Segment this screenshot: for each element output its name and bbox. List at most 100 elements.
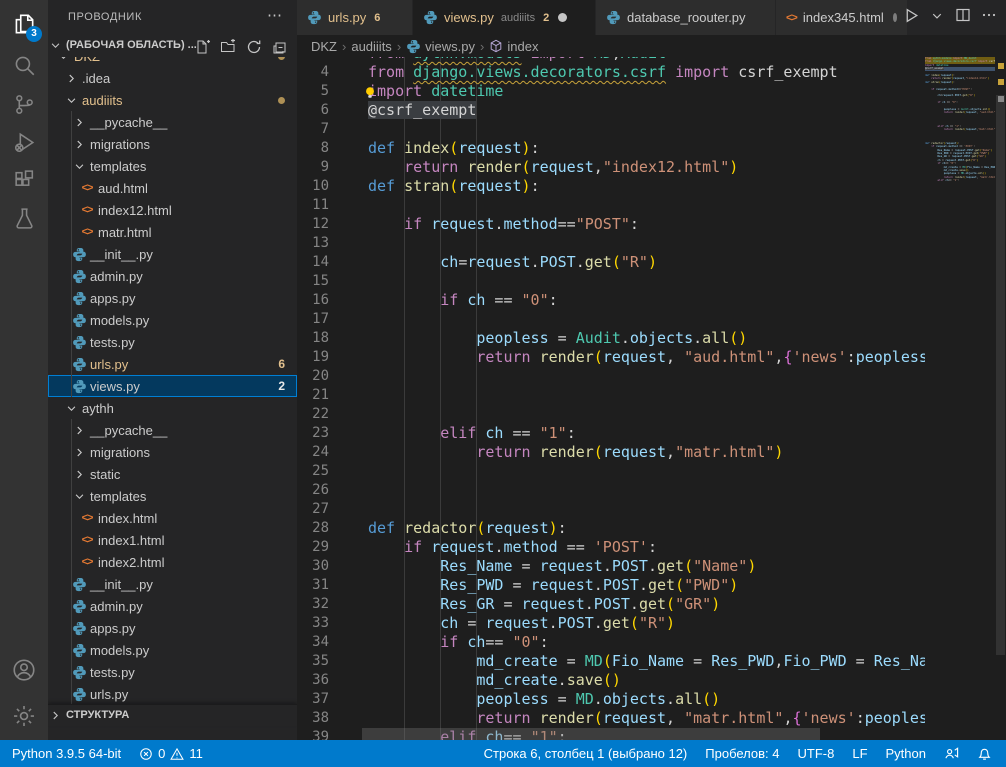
tree-item-tests-py[interactable]: tests.py [48, 331, 297, 353]
activity-accounts[interactable] [0, 650, 48, 690]
code-line-23[interactable]: 23 elif ch == "1": [297, 424, 925, 443]
breadcrumb-item-views-py[interactable]: views.py [406, 39, 475, 54]
tree-item-index2-html[interactable]: <>index2.html [48, 551, 297, 573]
code-line-12[interactable]: 12 if request.method=="POST": [297, 215, 925, 234]
tree-item-apps-py[interactable]: apps.py [48, 617, 297, 639]
tab-urls-py[interactable]: urls.py6 [297, 0, 413, 35]
vertical-scrollbar[interactable] [995, 57, 1006, 740]
tree-item-aud-html[interactable]: <>aud.html [48, 177, 297, 199]
code-line-15[interactable]: 15 [297, 272, 925, 291]
code-line-16[interactable]: 16 if ch == "0": [297, 291, 925, 310]
unsaved-dot-icon[interactable] [893, 13, 897, 22]
workspace-section-header[interactable]: (РАБОЧАЯ ОБЛАСТЬ) ... [48, 35, 297, 57]
code-line-30[interactable]: 30 Res_Name = request.POST.get("Name") [297, 557, 925, 576]
breadcrumb-item-audiiits[interactable]: audiiits [351, 39, 391, 54]
activity-extensions[interactable] [0, 160, 48, 200]
problems-status[interactable]: 0 11 [139, 746, 203, 761]
tree-item--init-py[interactable]: __init__.py [48, 573, 297, 595]
tree-item-index12-html[interactable]: <>index12.html [48, 199, 297, 221]
feedback-icon[interactable] [944, 746, 959, 761]
code-line-31[interactable]: 31 Res_PWD = request.POST.get("PWD") [297, 576, 925, 595]
outline-section-header[interactable]: СТРУКТУРА [48, 704, 297, 726]
python-interpreter-status[interactable]: Python 3.9.5 64-bit [12, 746, 121, 761]
code-line-34[interactable]: 34 if ch== "0": [297, 633, 925, 652]
code-line-10[interactable]: 10def stran(request): [297, 177, 925, 196]
activity-source-control[interactable] [0, 84, 48, 124]
tab-database-roouter-py[interactable]: database_roouter.py [596, 0, 776, 35]
code-line-8[interactable]: 8def index(request): [297, 139, 925, 158]
code-line-38[interactable]: 38 return render(request, "matr.html",{'… [297, 709, 925, 728]
activity-testing[interactable] [0, 198, 48, 238]
code-line-36[interactable]: 36 md_create.save() [297, 671, 925, 690]
tree-item--idea[interactable]: .idea [48, 67, 297, 89]
collapse-folders-button[interactable] [271, 38, 289, 56]
tree-item-templates[interactable]: templates [48, 485, 297, 507]
tree-item-audiiits[interactable]: audiiits [48, 89, 297, 111]
tree-item-models-py[interactable]: models.py [48, 309, 297, 331]
tree-item-templates[interactable]: templates [48, 155, 297, 177]
minimap[interactable]: from aythh.models import MD,Auditfrom dj… [925, 57, 995, 740]
code-line-17[interactable]: 17 [297, 310, 925, 329]
language-mode-status[interactable]: Python [886, 746, 926, 761]
code-line-28[interactable]: 28def redactor(request): [297, 519, 925, 538]
tree-item-urls-py[interactable]: urls.py6 [48, 353, 297, 375]
code-line-9[interactable]: 9 return render(request,"index12.html") [297, 158, 925, 177]
refresh-explorer-button[interactable] [245, 38, 263, 56]
tree-item-index1-html[interactable]: <>index1.html [48, 529, 297, 551]
cursor-position-status[interactable]: Строка 6, столбец 1 (выбрано 12) [484, 746, 688, 761]
code-line-32[interactable]: 32 Res_GR = request.POST.get("GR") [297, 595, 925, 614]
code-line-13[interactable]: 13 [297, 234, 925, 253]
eol-status[interactable]: LF [852, 746, 867, 761]
breadcrumb-item-index[interactable]: index [489, 39, 538, 54]
run-button[interactable] [900, 7, 922, 29]
encoding-status[interactable]: UTF-8 [798, 746, 835, 761]
code-line-33[interactable]: 33 ch = request.POST.get("R") [297, 614, 925, 633]
activity-settings[interactable] [0, 696, 48, 736]
horizontal-scrollbar-slider[interactable] [362, 728, 820, 740]
code-line-24[interactable]: 24 return render(request,"matr.html") [297, 443, 925, 462]
tree-item--pycache-[interactable]: __pycache__ [48, 419, 297, 441]
tree-item-index-html[interactable]: <>index.html [48, 507, 297, 529]
activity-search[interactable] [0, 45, 48, 85]
code-line-19[interactable]: 19 return render(request, "aud.html",{'n… [297, 348, 925, 367]
code-line-7[interactable]: 7 [297, 120, 925, 139]
code-line-26[interactable]: 26 [297, 481, 925, 500]
explorer-more-actions-icon[interactable]: ⋯ [267, 6, 283, 24]
new-folder-button[interactable] [219, 38, 237, 56]
tab-views-py[interactable]: views.pyaudiiits2 [413, 0, 596, 35]
code-line-22[interactable]: 22 [297, 405, 925, 424]
indentation-status[interactable]: Пробелов: 4 [705, 746, 779, 761]
tree-item--init-py[interactable]: __init__.py [48, 243, 297, 265]
tree-item-aythh[interactable]: aythh [48, 397, 297, 419]
code-line-27[interactable]: 27 [297, 500, 925, 519]
code-line-5[interactable]: 5import datetime [297, 82, 925, 101]
code-line-11[interactable]: 11 [297, 196, 925, 215]
horizontal-scrollbar[interactable] [362, 728, 921, 740]
code-line-6[interactable]: 6@csrf_exempt [297, 101, 925, 120]
tree-item-matr-html[interactable]: <>matr.html [48, 221, 297, 243]
tree-item-static[interactable]: static [48, 463, 297, 485]
tree-item-models-py[interactable]: models.py [48, 639, 297, 661]
vertical-scrollbar-slider[interactable] [996, 95, 1005, 655]
code-editor[interactable]: 3from aythh.models import MD,Audit4from … [297, 57, 925, 740]
code-line-18[interactable]: 18 peopless = Audit.objects.all() [297, 329, 925, 348]
breadcrumb-item-dkz[interactable]: DKZ [311, 39, 337, 54]
tree-item--pycache-[interactable]: __pycache__ [48, 111, 297, 133]
tree-item-tests-py[interactable]: tests.py [48, 661, 297, 683]
lightbulb-icon[interactable] [363, 85, 377, 105]
tree-item-dkz[interactable]: DKZ [48, 57, 297, 67]
tree-item-admin-py[interactable]: admin.py [48, 265, 297, 287]
code-line-20[interactable]: 20 [297, 367, 925, 386]
tree-item-migrations[interactable]: migrations [48, 133, 297, 155]
code-line-4[interactable]: 4from django.views.decorators.csrf impor… [297, 63, 925, 82]
new-file-button[interactable] [193, 38, 211, 56]
split-editor-button[interactable] [952, 7, 974, 29]
tree-item-views-py[interactable]: views.py2 [48, 375, 297, 397]
more-actions-button[interactable] [978, 7, 1000, 29]
tree-item-admin-py[interactable]: admin.py [48, 595, 297, 617]
code-line-35[interactable]: 35 md_create = MD(Fio_Name = Res_PWD,Fio… [297, 652, 925, 671]
code-line-21[interactable]: 21 [297, 386, 925, 405]
notifications-bell-icon[interactable] [977, 746, 992, 761]
tree-item-urls-py[interactable]: urls.py [48, 683, 297, 705]
activity-explorer[interactable]: 3 [0, 4, 48, 44]
